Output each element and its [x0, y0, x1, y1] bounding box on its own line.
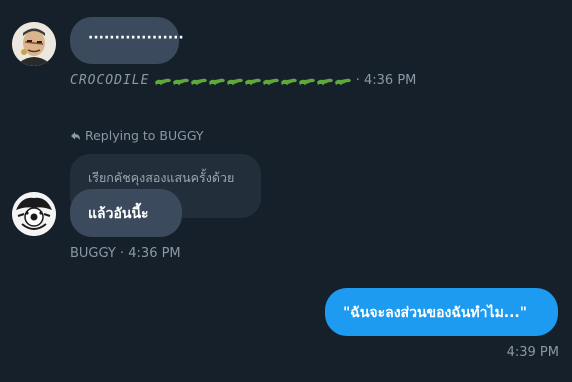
message-text: ··················	[88, 30, 184, 46]
message-meta-crocodile: CROCODILE · 4:36 PM	[70, 73, 416, 88]
crocodile-emoji-icon	[244, 78, 261, 85]
message-bubble-crocodile[interactable]: ··················	[70, 17, 184, 64]
message-meta-outgoing: 4:39 PM	[507, 345, 559, 360]
crocodile-emoji-row	[154, 73, 352, 88]
message-time: 4:39 PM	[506, 345, 559, 360]
crocodile-avatar-icon[interactable]	[12, 22, 56, 66]
message-text: แล้วอันนี้ะ	[88, 206, 149, 222]
reply-arrow-icon	[70, 128, 85, 143]
message-bubble-buggy[interactable]: แล้วอันนี้ะ	[70, 189, 182, 237]
buggy-avatar-icon[interactable]	[12, 192, 56, 236]
crocodile-emoji-icon	[262, 78, 279, 85]
message-text: "ฉันจะลงส่วนของฉันทำไม..."	[343, 305, 528, 321]
crocodile-emoji-icon	[298, 78, 315, 85]
crocodile-emoji-icon	[190, 78, 207, 85]
crocodile-emoji-icon	[154, 78, 171, 85]
message-bubble-outgoing[interactable]: "ฉันจะลงส่วนของฉันทำไม..."	[325, 288, 558, 336]
meta-separator: ·	[351, 73, 364, 88]
crocodile-emoji-icon	[172, 78, 189, 85]
message-time: 4:36 PM	[364, 73, 417, 88]
quoted-text: เรียกคัชคุงสองแสนครั้งด้วย	[88, 170, 235, 185]
crocodile-emoji-icon	[280, 78, 297, 85]
message-meta-buggy: BUGGY · 4:36 PM	[70, 246, 181, 261]
crocodile-emoji-icon	[226, 78, 243, 85]
replying-to-label[interactable]: Replying to BUGGY	[70, 128, 204, 143]
sender-name: CROCODILE	[70, 73, 150, 88]
crocodile-emoji-icon	[334, 78, 351, 85]
crocodile-emoji-icon	[316, 78, 333, 85]
reply-label-text: Replying to BUGGY	[84, 128, 204, 143]
message-meta-text: BUGGY · 4:36 PM	[70, 246, 181, 261]
crocodile-emoji-icon	[208, 78, 225, 85]
